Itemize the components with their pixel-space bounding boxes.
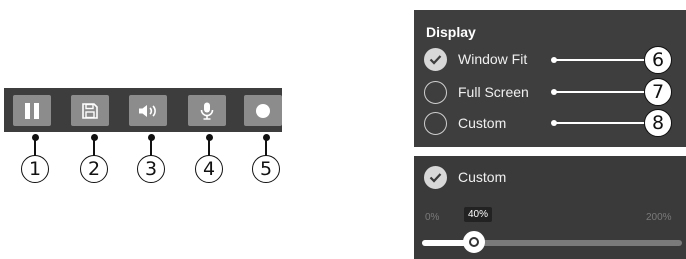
custom-label: Custom	[458, 169, 507, 185]
callout-line	[93, 138, 95, 156]
speaker-icon	[139, 104, 156, 117]
radio-checked[interactable]	[424, 48, 447, 71]
radio-unchecked[interactable]	[424, 81, 447, 104]
option-label: Full Screen	[458, 84, 529, 100]
callout-8: 8	[644, 109, 672, 137]
save-icon	[82, 102, 98, 119]
microphone-button[interactable]	[188, 95, 226, 126]
custom-zoom-panel: Custom 0% 40% 200%	[414, 156, 686, 259]
zoom-slider-thumb[interactable]	[463, 231, 485, 253]
custom-radio-checked[interactable]	[424, 166, 447, 189]
callout-line	[556, 59, 646, 61]
callout-4: 4	[195, 155, 223, 183]
callout-line	[34, 138, 36, 156]
callout-line	[208, 138, 210, 156]
save-button[interactable]	[71, 95, 109, 126]
callout-6: 6	[644, 46, 672, 74]
checkmark-icon	[429, 173, 442, 183]
callout-line	[556, 91, 646, 93]
display-panel: Display Window Fit Full Screen Custom 6 …	[414, 10, 686, 147]
option-label: Window Fit	[458, 51, 528, 67]
microphone-icon	[200, 102, 214, 120]
callout-5: 5	[252, 155, 280, 183]
record-icon	[256, 103, 270, 118]
pause-button[interactable]	[13, 95, 51, 126]
callout-line	[150, 138, 152, 156]
callout-2: 2	[80, 155, 108, 183]
option-label: Custom	[458, 115, 507, 131]
slider-value-label: 40%	[464, 207, 493, 222]
callout-line	[556, 122, 646, 124]
record-button[interactable]	[244, 95, 282, 126]
pause-icon	[25, 102, 39, 119]
slider-min-label: 0%	[425, 212, 440, 223]
display-title: Display	[426, 24, 476, 40]
volume-button[interactable]	[129, 95, 167, 126]
callout-7: 7	[644, 78, 672, 106]
media-toolbar	[4, 88, 282, 132]
checkmark-icon	[429, 55, 442, 65]
callout-3: 3	[137, 155, 165, 183]
slider-max-label: 200%	[646, 212, 672, 223]
radio-unchecked[interactable]	[424, 112, 447, 135]
callout-1: 1	[21, 155, 49, 183]
callout-line	[265, 138, 267, 156]
